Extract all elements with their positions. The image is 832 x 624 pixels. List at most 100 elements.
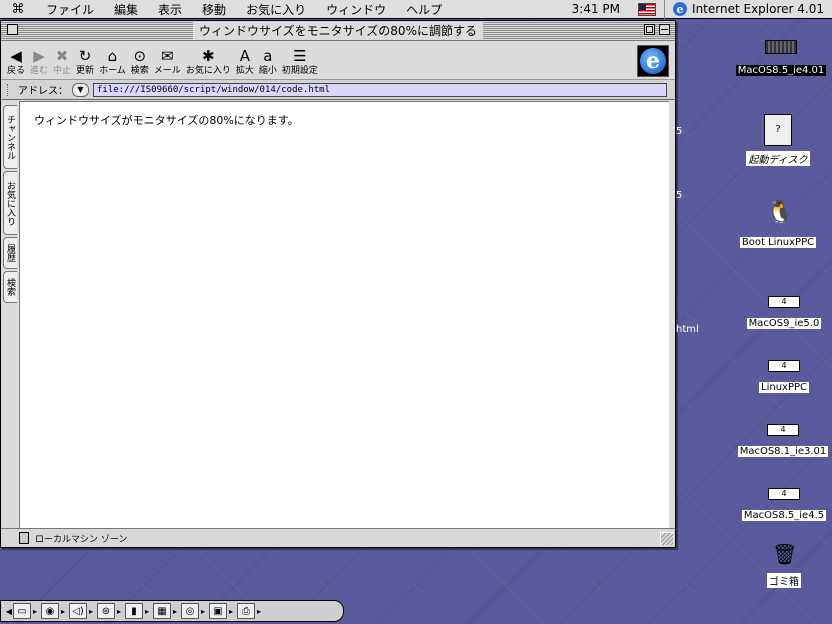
address-bar-grip[interactable] (7, 83, 14, 96)
stop-label: 中止 (53, 66, 72, 76)
home-icon: ⌂ (107, 47, 118, 65)
collapse-box[interactable] (659, 24, 670, 35)
close-box[interactable] (7, 24, 18, 35)
control-strip-popup-arrow[interactable]: ▸ (255, 607, 263, 616)
menu-edit[interactable]: 編集 (104, 1, 148, 18)
mail-label: メール (153, 66, 181, 76)
keyboard-layout-flag-icon[interactable] (638, 2, 657, 16)
partial-desktop-label: 5 (676, 190, 683, 201)
control-strip-scroll-left[interactable]: ◀ (5, 607, 13, 616)
address-input[interactable] (93, 82, 667, 97)
control-strip-popup-arrow[interactable]: ▸ (115, 607, 123, 616)
home-button[interactable]: ⌂ ホーム (99, 48, 126, 79)
refresh-button[interactable]: ↻ 更新 (76, 48, 94, 79)
desktop-startup-disk[interactable]: ? 起動ディスク (728, 114, 828, 167)
page-content[interactable]: ウィンドウサイズがモニタサイズの80%になります。 (19, 101, 669, 529)
forward-button[interactable]: ▶ 進む (30, 48, 48, 79)
local-zone-icon (19, 532, 29, 544)
stop-button[interactable]: ✖ 中止 (53, 48, 71, 79)
desktop-item-label: Boot LinuxPPC (739, 237, 817, 248)
larger-label: 拡大 (235, 66, 254, 76)
refresh-label: 更新 (76, 66, 95, 76)
desktop-trash[interactable]: 🗑 ゴミ箱 (756, 540, 812, 589)
explorer-bar-tabs: チャンネル お気に入り 履歴 検索 (1, 101, 19, 529)
tab-favorites[interactable]: お気に入り (3, 171, 17, 235)
menu-bar: ⌘ ファイル 編集 表示 移動 お気に入り ウィンドウ ヘルプ 3:41 PM … (0, 0, 832, 19)
apple-menu-icon[interactable]: ⌘ (0, 2, 36, 17)
preferences-button[interactable]: ☰ 初期設定 (282, 48, 318, 79)
forward-label: 進む (30, 66, 49, 76)
desktop-item-label: ゴミ箱 (767, 573, 801, 588)
control-strip-popup-arrow[interactable]: ▸ (143, 607, 151, 616)
speaker-icon: ◁) (69, 603, 87, 619)
tab-history[interactable]: 履歴 (3, 237, 17, 269)
favorites-icon: ✱ (202, 47, 215, 65)
removable-drive-icon: 4 (768, 488, 800, 500)
smaller-button[interactable]: a 縮小 (259, 48, 277, 79)
control-strip-module[interactable]: ⎙ ▸ (237, 603, 263, 619)
resolution-icon: ▦ (153, 603, 171, 619)
mail-button[interactable]: ✉ メール (154, 48, 181, 79)
desktop-boot-linuxppc[interactable]: 🐧 Boot LinuxPPC (726, 198, 830, 249)
menu-help[interactable]: ヘルプ (396, 1, 452, 18)
cd-icon-red: ⊛ (97, 603, 115, 619)
tab-channels[interactable]: チャンネル (3, 105, 17, 169)
removable-drive-icon: 4 (768, 296, 800, 308)
ie-throbber[interactable]: e (637, 45, 669, 77)
window-title: ウィンドウサイズをモニタサイズの80%に調節する (193, 22, 483, 39)
back-label: 戻る (7, 66, 26, 76)
address-history-dropdown[interactable]: ▼ (72, 82, 89, 97)
partial-desktop-label: html (676, 324, 699, 335)
control-strip-popup-arrow[interactable]: ▸ (87, 607, 95, 616)
application-menu[interactable]: e Internet Explorer 4.01 (664, 0, 832, 19)
control-strip-module[interactable]: ▭ ▸ (13, 603, 39, 619)
file-sharing-icon: ▣ (209, 603, 227, 619)
desktop-drive-linuxppc[interactable]: 4 LinuxPPC (740, 360, 828, 394)
status-bar: ローカルマシン ゾーン (1, 528, 675, 547)
internet-explorer-icon: e (673, 2, 688, 16)
forward-icon: ▶ (33, 47, 45, 65)
home-label: ホーム (99, 66, 126, 76)
tab-search[interactable]: 検索 (3, 271, 17, 303)
favorites-button[interactable]: ✱ お気に入り (186, 48, 231, 79)
desktop-drive-macos81-ie301[interactable]: 4 MacOS8.1_ie3.01 (736, 424, 830, 458)
control-strip-module[interactable]: ▮ ▸ (125, 603, 151, 619)
zoom-box[interactable] (644, 24, 655, 35)
search-button[interactable]: ⊙ 検索 (131, 48, 149, 79)
control-strip-module[interactable]: ▣ ▸ (209, 603, 235, 619)
menu-favorites[interactable]: お気に入り (236, 1, 316, 18)
window-title-bar[interactable]: ウィンドウサイズをモニタサイズの80%に調節する (1, 21, 675, 41)
resize-grow-box[interactable] (660, 532, 673, 545)
preferences-icon: ☰ (293, 47, 307, 65)
tux-penguin-icon: 🐧 (766, 200, 794, 225)
menu-window[interactable]: ウィンドウ (316, 1, 396, 18)
control-strip-popup-arrow[interactable]: ▸ (59, 607, 67, 616)
control-strip-module[interactable]: ◁) ▸ (69, 603, 95, 619)
control-strip-module[interactable]: ▦ ▸ (153, 603, 179, 619)
control-strip-popup-arrow[interactable]: ▸ (171, 607, 179, 616)
smaller-label: 縮小 (258, 66, 277, 76)
menu-go[interactable]: 移動 (192, 1, 236, 18)
control-strip-module[interactable]: ⊛ ▸ (97, 603, 123, 619)
control-strip-module[interactable]: ◎ ▸ (181, 603, 207, 619)
larger-button[interactable]: A 拡大 (236, 48, 254, 79)
security-zone-text: ローカルマシン ゾーン (35, 534, 128, 545)
microphone-icon: ◉ (41, 603, 59, 619)
control-strip-popup-arrow[interactable]: ▸ (199, 607, 207, 616)
menubar-clock[interactable]: 3:41 PM (562, 2, 630, 16)
hard-disk-icon (765, 40, 797, 54)
back-icon: ◀ (10, 47, 22, 65)
control-strip-module[interactable]: ◉ ▸ (41, 603, 67, 619)
menu-view[interactable]: 表示 (148, 1, 192, 18)
desktop-item-label: MacOS8.5_ie4.01 (735, 65, 827, 76)
search-label: 検索 (130, 66, 149, 76)
desktop-disk-macos85-ie401[interactable]: MacOS8.5_ie4.01 (734, 40, 828, 77)
startup-disk-icon: ? (764, 114, 792, 146)
control-strip-popup-arrow[interactable]: ▸ (31, 607, 39, 616)
desktop-drive-macos9-ie50[interactable]: 4 MacOS9_ie5.0 (740, 296, 828, 330)
menu-file[interactable]: ファイル (36, 1, 104, 18)
favorites-label: お気に入り (185, 66, 231, 76)
control-strip-popup-arrow[interactable]: ▸ (227, 607, 235, 616)
desktop-drive-macos85-ie45[interactable]: 4 MacOS8.5_ie4.5 (738, 488, 830, 522)
back-button[interactable]: ◀ 戻る (7, 48, 25, 79)
